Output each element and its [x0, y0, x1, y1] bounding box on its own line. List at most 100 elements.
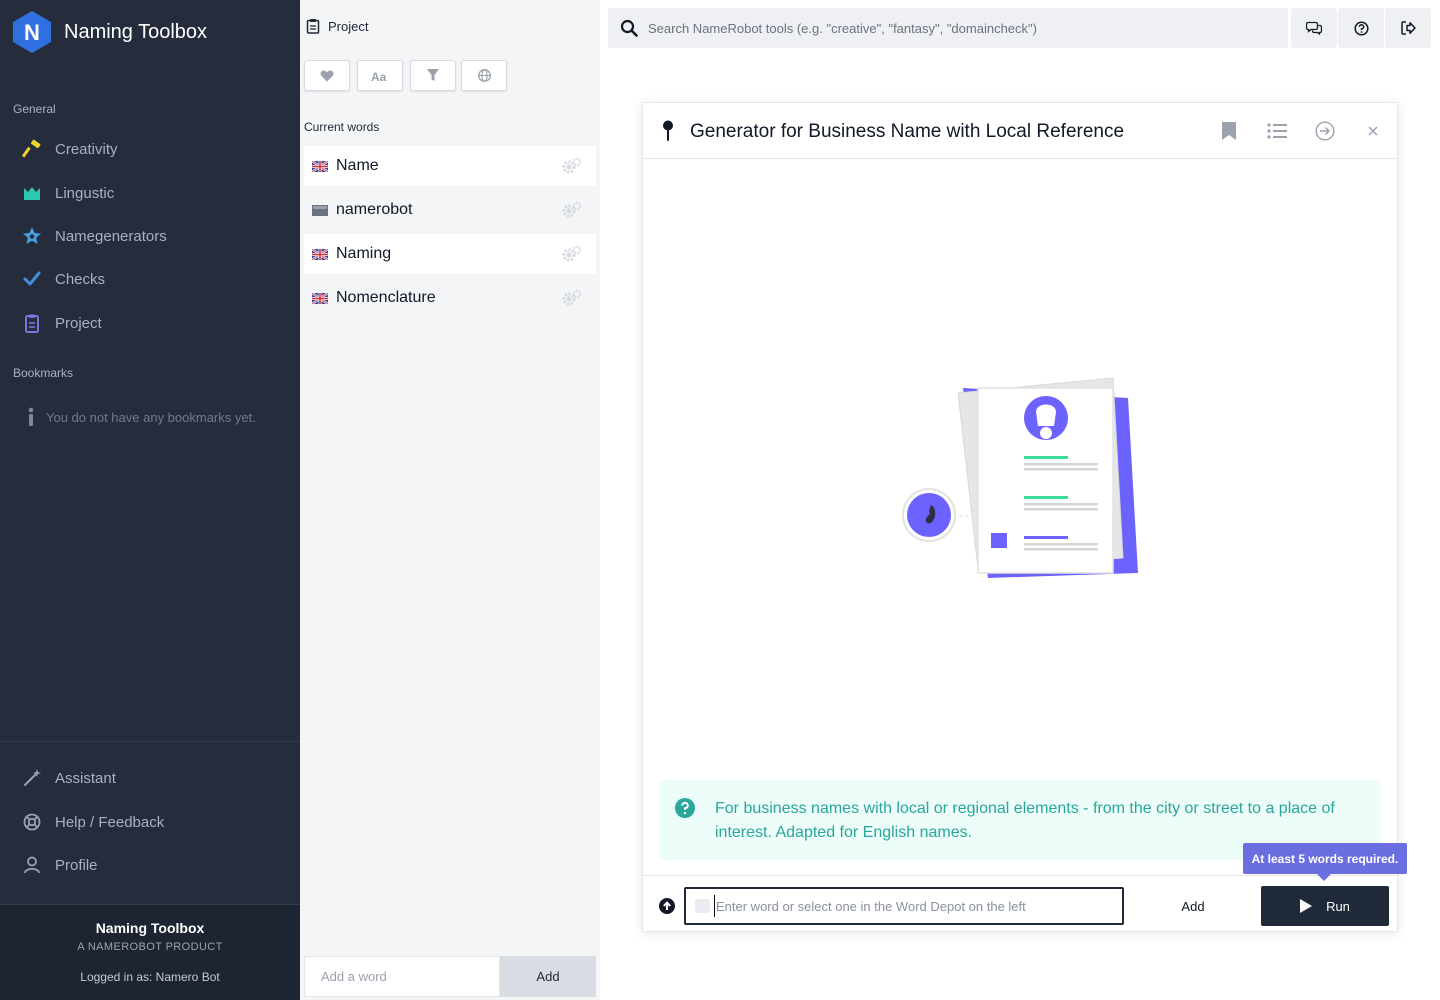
- search-bar[interactable]: [608, 8, 1288, 48]
- word-depot: Project Aa Current words Name namerobot …: [300, 0, 600, 1000]
- sidebar-item-lingustic[interactable]: Lingustic: [22, 183, 114, 203]
- sidebar-item-label: Namegenerators: [55, 227, 167, 245]
- sidebar-item-creativity[interactable]: Creativity: [22, 139, 118, 159]
- run-label: Run: [1326, 898, 1350, 914]
- heart-icon: [320, 70, 334, 81]
- neutral-flag-icon: [312, 204, 328, 216]
- magic-wand-icon: [22, 768, 42, 788]
- sidebar-item-checks[interactable]: Checks: [22, 269, 105, 289]
- filter-language-button[interactable]: [461, 60, 507, 91]
- section-label-bookmarks: Bookmarks: [13, 366, 74, 380]
- help-button[interactable]: [1338, 8, 1384, 48]
- close-icon: [1368, 126, 1378, 136]
- tool-card: Generator for Business Name with Local R…: [642, 102, 1398, 932]
- sidebar-divider: [0, 741, 300, 742]
- sidebar-item-label: Help / Feedback: [55, 813, 165, 831]
- sidebar-item-namegenerators[interactable]: Namegenerators: [22, 226, 167, 246]
- list-item[interactable]: Nomenclature: [304, 278, 596, 318]
- open-tool-button[interactable]: [1313, 119, 1337, 143]
- hammer-icon: [22, 139, 42, 159]
- search-input[interactable]: [648, 20, 1268, 36]
- section-label-general: General: [13, 102, 56, 116]
- list-item[interactable]: namerobot: [304, 190, 596, 230]
- upload-circle-icon[interactable]: [659, 898, 675, 914]
- footer-product-subtitle: A NAMEROBOT PRODUCT: [77, 941, 223, 953]
- add-button[interactable]: Add: [1163, 887, 1223, 925]
- run-requirement-tooltip: At least 5 words required.: [1243, 843, 1407, 881]
- gears-icon[interactable]: [562, 289, 582, 307]
- help-circle-icon: [1353, 20, 1369, 36]
- play-icon: [1300, 899, 1313, 913]
- list-item[interactable]: Name: [304, 146, 596, 186]
- list-item[interactable]: Naming: [304, 234, 596, 274]
- filter-favorites-button[interactable]: [304, 60, 350, 91]
- svg-text:Aa: Aa: [371, 70, 387, 82]
- sidebar-item-label: Project: [55, 314, 102, 332]
- gears-icon[interactable]: [562, 201, 582, 219]
- gears-icon[interactable]: [562, 245, 582, 263]
- filter-icon: [427, 69, 439, 81]
- bookmark-button[interactable]: [1217, 119, 1241, 143]
- check-icon: [22, 269, 42, 289]
- tool-description: For business names with local or regiona…: [715, 800, 1335, 841]
- brand-title: Naming Toolbox: [64, 20, 208, 43]
- footer-product-title: Naming Toolbox: [95, 920, 205, 936]
- brand[interactable]: N Naming Toolbox: [12, 10, 207, 54]
- depot-title: Project: [328, 18, 369, 34]
- globe-icon: [477, 69, 491, 82]
- clipboard-icon: [22, 313, 42, 333]
- sidebar-footer: Naming Toolbox A NAMEROBOT PRODUCT Logge…: [0, 904, 300, 1000]
- tool-input-footer: Add Run: [643, 875, 1397, 931]
- depot-header: Project: [306, 18, 368, 34]
- language-flag-icon[interactable]: [695, 899, 710, 913]
- current-words-label: Current words: [304, 120, 380, 134]
- question-circle-icon: [675, 798, 695, 818]
- add-word-input[interactable]: [304, 956, 500, 997]
- tool-card-header: Generator for Business Name with Local R…: [643, 103, 1397, 159]
- uk-flag-icon: [312, 292, 328, 304]
- bookmarks-empty-state: You do not have any bookmarks yet.: [26, 407, 256, 427]
- word-input-wrapper[interactable]: [684, 887, 1124, 925]
- sidebar-item-help-feedback[interactable]: Help / Feedback: [22, 812, 164, 832]
- sidebar-item-label: Lingustic: [55, 184, 115, 202]
- word-input[interactable]: [714, 895, 1114, 917]
- filter-button[interactable]: [410, 60, 456, 91]
- info-icon: [28, 407, 34, 426]
- pin-icon: [663, 120, 673, 141]
- logout-button[interactable]: [1385, 8, 1431, 48]
- sidebar-item-project[interactable]: Project: [22, 313, 102, 333]
- lifebuoy-icon: [22, 812, 42, 832]
- uk-flag-icon: [312, 248, 328, 260]
- tool-title: Generator for Business Name with Local R…: [690, 121, 1125, 142]
- arrow-circle-right-icon: [1315, 121, 1335, 141]
- chat-button[interactable]: [1291, 8, 1337, 48]
- svg-text:N: N: [24, 20, 40, 45]
- chat-icon: [1306, 21, 1322, 35]
- resume-illustration: [902, 377, 1138, 578]
- sidebar-item-label: Assistant: [55, 769, 116, 787]
- bookmarks-empty-text: You do not have any bookmarks yet.: [46, 409, 256, 425]
- clipboard-icon: [306, 19, 320, 34]
- sidebar: N Naming Toolbox General Creativity Ling…: [0, 0, 300, 1000]
- word-text: Naming: [336, 245, 392, 262]
- close-button[interactable]: [1361, 119, 1385, 143]
- logged-in-user: Logged in as: Namero Bot: [80, 970, 220, 984]
- namerobot-logo-icon: N: [13, 11, 51, 53]
- add-word-button[interactable]: Add: [500, 956, 596, 997]
- gears-icon[interactable]: [562, 157, 582, 175]
- word-text: Nomenclature: [336, 289, 436, 306]
- sidebar-item-profile[interactable]: Profile: [22, 855, 98, 875]
- logout-icon: [1400, 21, 1416, 35]
- run-button[interactable]: Run: [1261, 886, 1389, 926]
- word-text: namerobot: [336, 201, 413, 218]
- chart-icon: [22, 183, 42, 203]
- filter-font-case-button[interactable]: Aa: [357, 60, 403, 91]
- list-view-button[interactable]: [1265, 119, 1289, 143]
- list-icon: [1267, 123, 1287, 139]
- sidebar-item-label: Creativity: [55, 140, 118, 158]
- bookmark-icon: [1222, 122, 1236, 140]
- sidebar-item-assistant[interactable]: Assistant: [22, 768, 116, 788]
- font-case-icon: Aa: [371, 70, 387, 82]
- sidebar-item-label: Checks: [55, 270, 106, 288]
- sidebar-item-label: Profile: [55, 856, 98, 874]
